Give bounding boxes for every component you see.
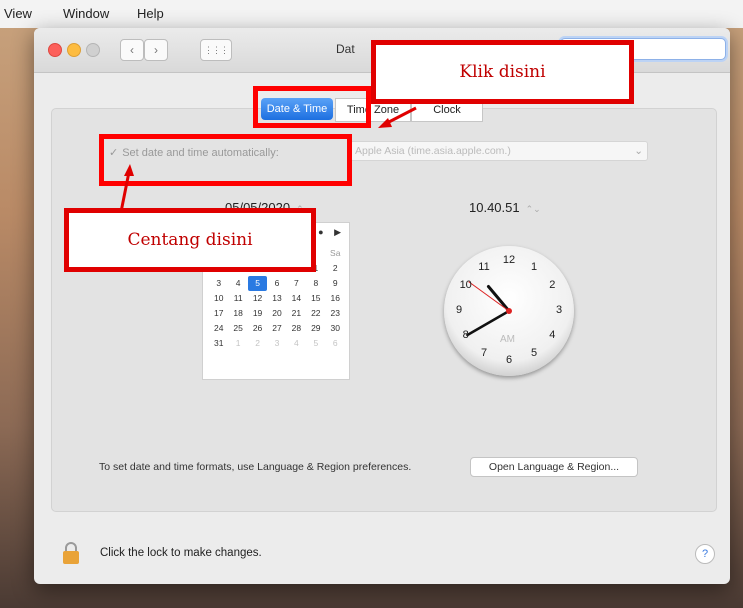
- clock-numeral: 9: [455, 304, 463, 316]
- calendar-day[interactable]: 10: [209, 291, 228, 306]
- chevron-down-icon: ⌄: [634, 145, 643, 157]
- open-language-region-button[interactable]: Open Language & Region...: [470, 457, 638, 477]
- clock-numeral: 8: [462, 329, 469, 341]
- lock-icon[interactable]: [62, 542, 80, 564]
- callout-centang-disini: Centang disini: [64, 208, 316, 272]
- formats-hint: To set date and time formats, use Langua…: [99, 461, 412, 473]
- highlight-date-time-tab: [253, 86, 371, 128]
- calendar-day[interactable]: 5: [306, 336, 325, 351]
- calendar-day[interactable]: 23: [326, 306, 345, 321]
- calendar-day[interactable]: 25: [228, 321, 247, 336]
- calendar-day[interactable]: 21: [287, 306, 306, 321]
- calendar-day[interactable]: 26: [248, 321, 267, 336]
- time-server-select: Apple Asia (time.asia.apple.com.) ⌄: [350, 141, 648, 161]
- show-all-grid-icon[interactable]: ⋮⋮⋮: [200, 39, 232, 61]
- zoom-button[interactable]: [86, 43, 100, 57]
- time-server-value: Apple Asia (time.asia.apple.com.): [355, 145, 511, 157]
- forward-button[interactable]: ›: [144, 39, 168, 61]
- calendar-header-sa: Sa: [330, 248, 341, 258]
- highlight-auto-time: [99, 134, 352, 186]
- menu-view[interactable]: View: [4, 6, 32, 21]
- clock-numeral: 1: [530, 260, 538, 273]
- calendar-day[interactable]: 30: [326, 321, 345, 336]
- calendar-week-row: 24 25 26 27 28 29 30: [209, 321, 345, 336]
- clock-numeral: 12: [502, 254, 516, 266]
- clock-numeral: 2: [549, 279, 556, 291]
- back-button[interactable]: ‹: [120, 39, 144, 61]
- clock-center: [506, 308, 512, 314]
- calendar-day[interactable]: 31: [209, 336, 228, 351]
- callout-klik-disini: Klik disini: [371, 40, 634, 104]
- clock-numeral: 3: [555, 304, 563, 316]
- clock-numeral: 10: [459, 279, 472, 291]
- clock-numeral: 4: [549, 329, 556, 341]
- analog-clock: AM 12 1 2 3 4 5 6 7 8 9 10 11: [444, 246, 574, 376]
- calendar-day[interactable]: 1: [228, 336, 247, 351]
- time-field[interactable]: 10.40.51 ⌃⌄: [469, 200, 541, 215]
- calendar-day[interactable]: 18: [228, 306, 247, 321]
- time-stepper-icon[interactable]: ⌃⌄: [526, 204, 541, 214]
- calendar-day[interactable]: 29: [306, 321, 325, 336]
- clock-numeral: 6: [505, 354, 513, 366]
- calendar-day[interactable]: 28: [287, 321, 306, 336]
- calendar-day[interactable]: 7: [287, 276, 306, 291]
- calendar-day[interactable]: 9: [326, 276, 345, 291]
- calendar-day[interactable]: 27: [267, 321, 286, 336]
- calendar-week-row: 31 1 2 3 4 5 6: [209, 336, 345, 351]
- minimize-button[interactable]: [67, 43, 81, 57]
- close-button[interactable]: [48, 43, 62, 57]
- clock-numeral: 5: [530, 347, 538, 360]
- calendar-day[interactable]: 20: [267, 306, 286, 321]
- calendar-day[interactable]: 3: [267, 336, 286, 351]
- calendar-day[interactable]: 3: [209, 276, 228, 291]
- calendar-day[interactable]: 15: [306, 291, 325, 306]
- menu-help[interactable]: Help: [137, 6, 164, 21]
- time-value[interactable]: 10.40.51: [469, 200, 520, 215]
- calendar-day[interactable]: 12: [248, 291, 267, 306]
- calendar-day[interactable]: 6: [267, 276, 286, 291]
- calendar-day[interactable]: 5: [247, 276, 268, 291]
- calendar-day[interactable]: 17: [209, 306, 228, 321]
- lock-message: Click the lock to make changes.: [100, 547, 262, 559]
- calendar-day[interactable]: 13: [267, 291, 286, 306]
- calendar-day[interactable]: 11: [228, 291, 247, 306]
- preferences-window: ‹ › ⋮⋮⋮ Dat Date & Time Time Zone Clock …: [34, 28, 730, 584]
- calendar-day[interactable]: 2: [248, 336, 267, 351]
- calendar-week-row: 3456789: [209, 276, 345, 291]
- calendar-day[interactable]: 14: [287, 291, 306, 306]
- calendar-day[interactable]: 2: [326, 261, 345, 276]
- calendar-week-row: 10 11 12 13 14 15 16: [209, 291, 345, 306]
- clock-numeral: 7: [480, 347, 488, 360]
- menu-bar: View Window Help: [0, 0, 743, 28]
- calendar-day[interactable]: 8: [306, 276, 325, 291]
- calendar-day[interactable]: 16: [326, 291, 345, 306]
- calendar-day[interactable]: 19: [248, 306, 267, 321]
- clock-numeral: 11: [478, 260, 490, 273]
- window-title: Dat: [336, 42, 355, 56]
- calendar-day[interactable]: 6: [326, 336, 345, 351]
- menu-window[interactable]: Window: [63, 6, 109, 21]
- calendar-day[interactable]: 24: [209, 321, 228, 336]
- help-button[interactable]: ?: [695, 544, 715, 564]
- calendar-day[interactable]: 4: [228, 276, 247, 291]
- calendar-day[interactable]: 22: [306, 306, 325, 321]
- calendar-day[interactable]: 4: [287, 336, 306, 351]
- calendar-week-row: 17 18 19 20 21 22 23: [209, 306, 345, 321]
